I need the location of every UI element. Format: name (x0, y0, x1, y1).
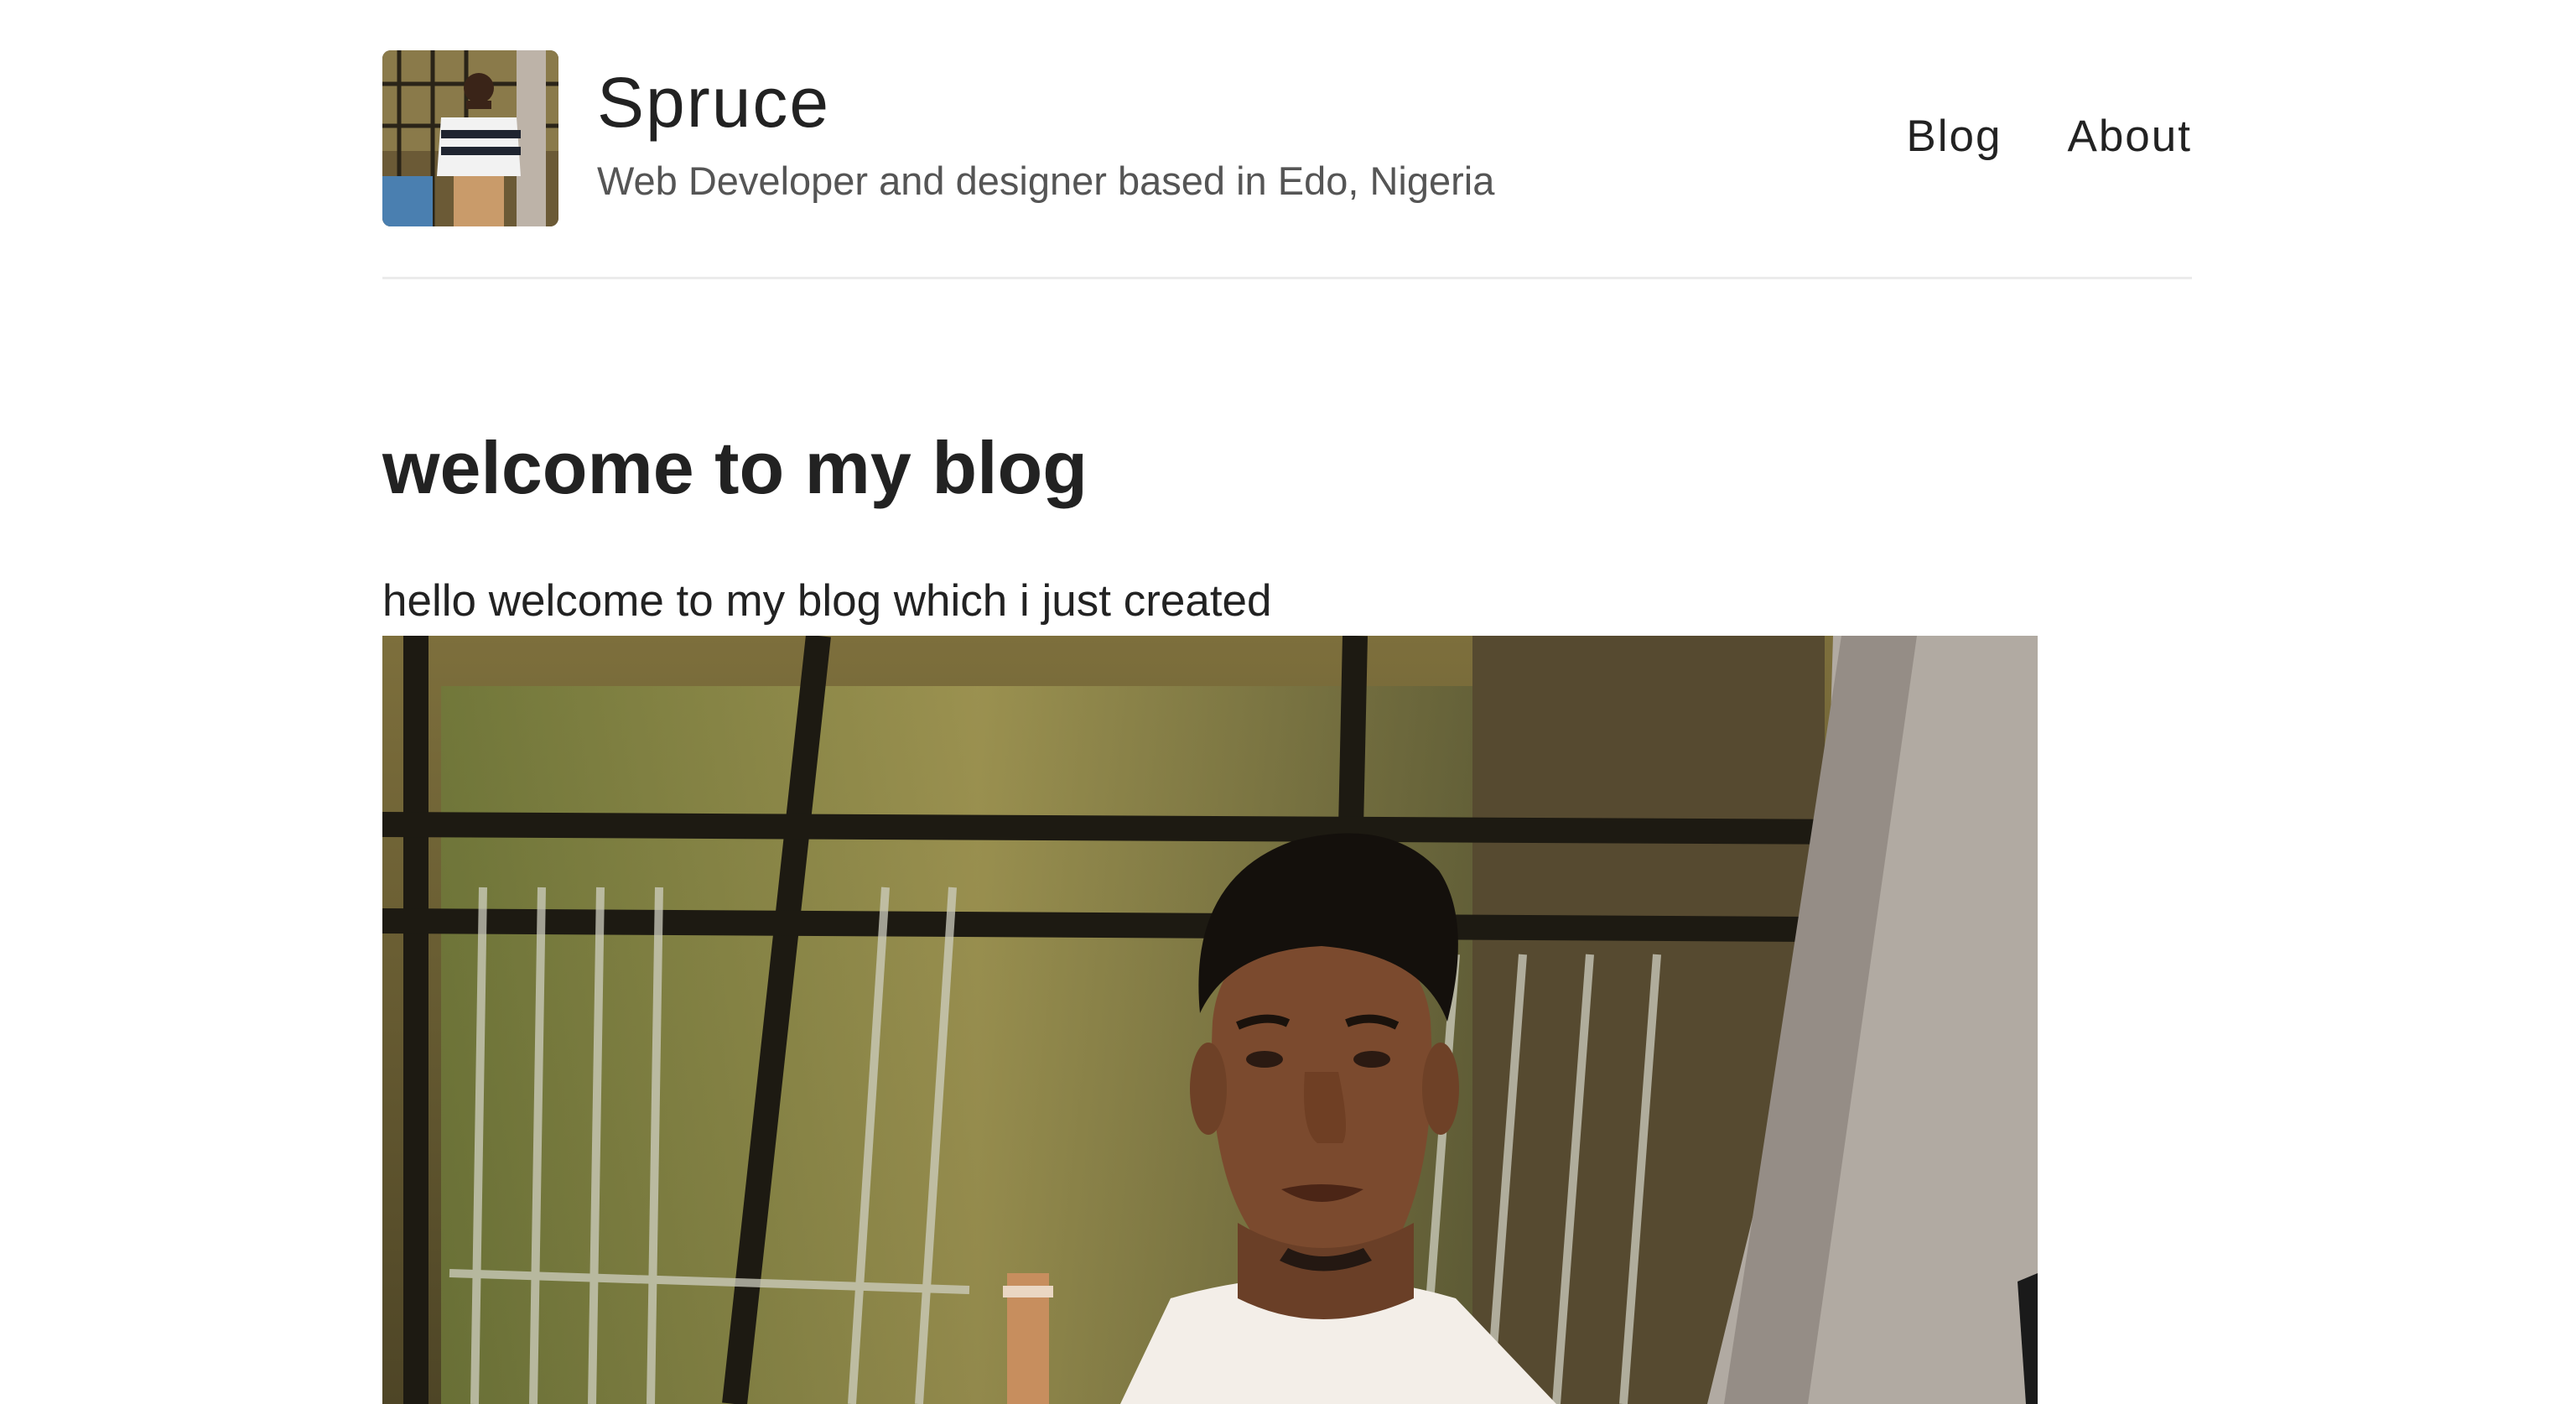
nav-item-about[interactable]: About (2067, 114, 2192, 159)
main-nav: Blog About (1906, 114, 2192, 159)
avatar[interactable] (382, 50, 558, 226)
header-divider (382, 277, 2192, 279)
avatar-photo (382, 50, 558, 226)
nav-item-blog[interactable]: Blog (1906, 114, 2002, 159)
site-header: Spruce Web Developer and designer based … (382, 50, 2192, 226)
site-tagline: Web Developer and designer based in Edo,… (597, 159, 1495, 203)
post-title: welcome to my blog (382, 426, 1088, 509)
site-title[interactable]: Spruce (597, 67, 830, 138)
post-photo-image (382, 636, 2038, 1404)
post-body: hello welcome to my blog which i just cr… (382, 576, 1272, 626)
post-photo (382, 636, 2038, 1404)
